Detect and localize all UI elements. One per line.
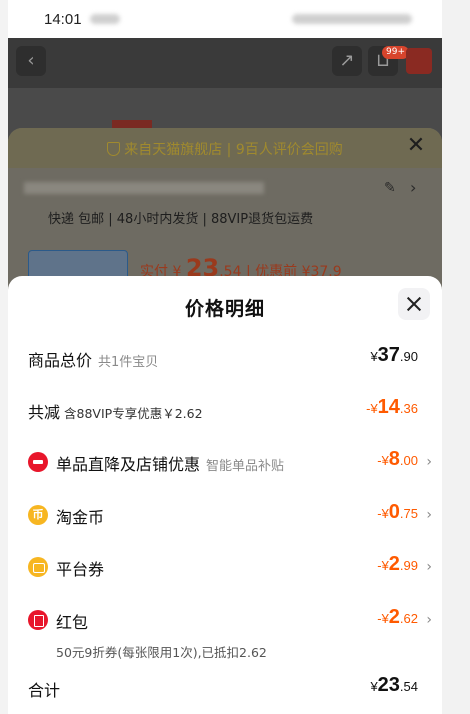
more-button[interactable] xyxy=(406,48,432,74)
row-sub: 智能单品补贴 xyxy=(206,459,285,474)
coin-icon-glyph: 币 xyxy=(32,508,44,521)
currency: -¥ xyxy=(377,558,389,573)
phone-screen: 14:01 ‹ ↗ ⊔ 99+ 来自天猫旗舰店 | 9百人评价会回购 ✕ ✎ ›… xyxy=(8,0,442,714)
chevron-right-icon: › xyxy=(426,612,432,628)
row-value: -¥2.99 xyxy=(377,553,418,576)
sheet-title: 价格明细 xyxy=(184,298,265,320)
total-value: ¥23.54 xyxy=(370,674,418,697)
blurred-status-indicators xyxy=(292,14,412,24)
row-label: 平台券 xyxy=(56,556,104,580)
address-row[interactable]: ✎ › xyxy=(24,178,424,198)
currency: -¥ xyxy=(377,611,389,626)
value-int: 8 xyxy=(388,448,400,470)
share-button[interactable]: ↗ xyxy=(332,46,362,76)
row-label-text: 淘金币 xyxy=(56,508,105,527)
row-grand-total: 合计 ¥23.54 xyxy=(28,674,432,702)
value-dec: .00 xyxy=(399,453,418,468)
value-int: 2 xyxy=(388,606,400,628)
row-label-text: 红包 xyxy=(56,613,89,632)
total-label: 合计 xyxy=(28,681,61,700)
row-value: -¥2.62 xyxy=(377,606,418,629)
status-bar: 14:01 xyxy=(8,0,442,38)
chevron-right-icon: › xyxy=(426,507,432,523)
blurred-status-icons xyxy=(90,14,120,24)
value-int: 0 xyxy=(388,501,400,523)
product-image-area xyxy=(8,88,442,128)
edit-icon[interactable]: ✎ xyxy=(384,180,396,196)
sku-close-button[interactable]: ✕ xyxy=(404,134,428,158)
value-dec: .54 xyxy=(399,679,418,694)
product-image-fragment xyxy=(112,120,152,128)
sku-panel-header: 来自天猫旗舰店 | 9百人评价会回购 ✕ xyxy=(8,128,442,168)
row-value: -¥8.00 xyxy=(377,448,418,471)
shop-discount-icon xyxy=(28,452,48,472)
shop-info: 来自天猫旗舰店 | 9百人评价会回购 xyxy=(8,139,442,159)
row-label: 淘金币 xyxy=(56,504,104,528)
red-packet-note: 50元9折券(每张限用1次),已抵扣2.62 xyxy=(56,645,267,660)
value-dec: .62 xyxy=(399,611,418,626)
cart-badge: 99+ xyxy=(382,46,409,59)
row-value: -¥14.36 xyxy=(366,396,418,419)
back-button[interactable]: ‹ xyxy=(16,46,46,76)
value-int: 2 xyxy=(388,553,400,575)
status-time: 14:01 xyxy=(44,11,82,28)
row-red-packet[interactable]: 红包 -¥2.62 › xyxy=(28,606,432,634)
red-packet-icon xyxy=(28,610,48,630)
row-sub: 共1件宝贝 xyxy=(98,355,159,370)
value-dec: .90 xyxy=(399,349,418,364)
currency: -¥ xyxy=(366,401,378,416)
row-label: 红包 xyxy=(56,609,88,633)
row-label-text: 平台券 xyxy=(56,560,105,579)
row-total-discount: 共减 含88VIP专享优惠￥2.62 -¥14.36 xyxy=(28,396,432,424)
row-label-text: 商品总价 xyxy=(28,351,93,370)
value-int: 37 xyxy=(377,344,400,366)
row-label-text: 共减 xyxy=(28,403,61,422)
delivery-info: 快递 包邮 | 48小时内发货 | 88VIP退货包运费 xyxy=(48,212,314,227)
value-int: 14 xyxy=(377,396,400,418)
value-dec: .99 xyxy=(399,558,418,573)
chevron-right-icon: › xyxy=(426,454,432,470)
row-sub: 含88VIP专享优惠￥2.62 xyxy=(64,406,203,421)
row-value: -¥0.75 xyxy=(377,501,418,524)
blurred-address xyxy=(24,182,264,194)
coin-icon: 币 xyxy=(28,505,48,525)
coupon-icon xyxy=(28,557,48,577)
right-gutter xyxy=(442,0,470,714)
row-label: 共减 含88VIP专享优惠￥2.62 xyxy=(28,399,203,423)
value-dec: .36 xyxy=(399,401,418,416)
row-label: 商品总价 共1件宝贝 xyxy=(28,347,158,371)
row-label-text: 单品直降及店铺优惠 xyxy=(56,455,201,474)
close-button[interactable] xyxy=(398,288,430,320)
currency: -¥ xyxy=(377,506,389,521)
row-value: ¥37.90 xyxy=(370,344,418,367)
row-shop-discount[interactable]: 单品直降及店铺优惠 智能单品补贴 -¥8.00 › xyxy=(28,448,432,476)
row-taojinbi[interactable]: 币 淘金币 -¥0.75 › xyxy=(28,501,432,529)
row-label: 单品直降及店铺优惠 智能单品补贴 xyxy=(56,451,284,475)
row-subtotal: 商品总价 共1件宝贝 ¥37.90 xyxy=(28,344,432,372)
row-platform-coupon[interactable]: 平台券 -¥2.99 › xyxy=(28,553,432,581)
chevron-right-icon: › xyxy=(410,178,417,197)
value-int: 23 xyxy=(377,674,400,696)
top-navigation: ‹ ↗ ⊔ 99+ xyxy=(8,38,442,88)
shield-icon xyxy=(107,142,121,156)
chevron-right-icon: › xyxy=(426,559,432,575)
value-dec: .75 xyxy=(399,506,418,521)
currency: ¥ xyxy=(370,349,378,364)
currency: -¥ xyxy=(377,453,389,468)
currency: ¥ xyxy=(370,679,378,694)
shop-info-text: 来自天猫旗舰店 | 9百人评价会回购 xyxy=(124,142,343,158)
